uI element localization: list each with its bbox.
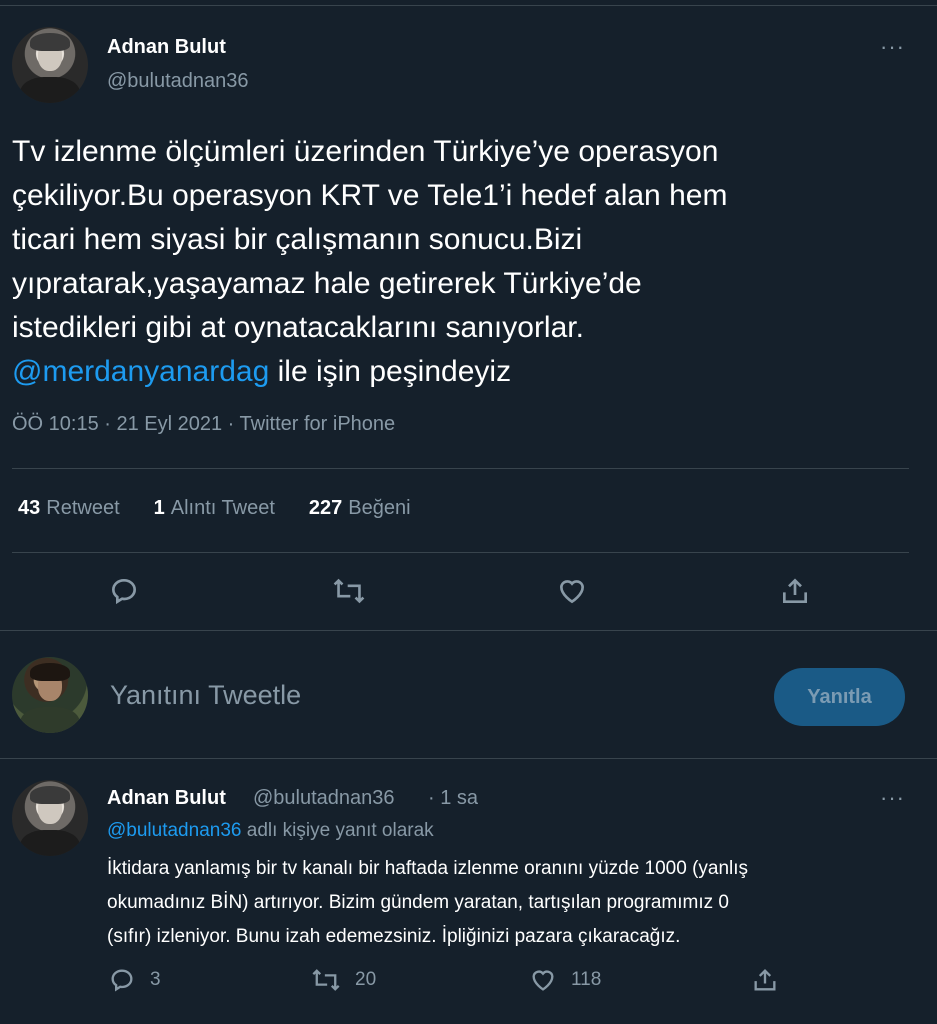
mention-link[interactable]: @merdanyanardag xyxy=(12,355,269,388)
share-button[interactable] xyxy=(779,575,811,607)
reply-count: 3 xyxy=(150,969,161,990)
retweet-count: 20 xyxy=(355,969,377,990)
reply-author-name[interactable]: Adnan Bulut xyxy=(107,787,226,810)
retweets-stat[interactable]: 43 Retweet xyxy=(18,497,120,520)
tweet-text-line: çekiliyor.Bu operasyon KRT ve Tele1’i he… xyxy=(12,179,728,212)
user-avatar[interactable] xyxy=(12,657,88,733)
reply-submit-button[interactable]: Yanıtla xyxy=(774,668,905,726)
reply-share-button[interactable] xyxy=(751,966,779,994)
replying-to-mention[interactable]: @bulutadnan36 xyxy=(107,820,241,841)
reply-author-avatar[interactable] xyxy=(12,780,88,856)
likes-stat[interactable]: 227 Beğeni xyxy=(309,497,411,520)
like-button[interactable] xyxy=(556,575,588,607)
tweet-text: Tv izlenme ölçümleri üzerinden Türkiye’y… xyxy=(12,130,912,394)
tweet-text-line: @merdanyanardag ile işin peşindeyiz xyxy=(12,350,912,394)
tweet-text-line: Tv izlenme ölçümleri üzerinden Türkiye’y… xyxy=(12,135,719,168)
reply-icon xyxy=(111,578,137,605)
reply-retweet-button[interactable]: 20 xyxy=(311,966,376,994)
reply-like-button[interactable]: 118 xyxy=(529,966,601,994)
reply-time[interactable]: · 1 sa xyxy=(428,787,478,810)
like-count: 118 xyxy=(571,969,602,990)
replying-to: @bulutadnan36 adlı kişiye yanıt olarak xyxy=(107,820,434,841)
author-name[interactable]: Adnan Bulut xyxy=(107,36,226,59)
reply-text-line: (sıfır) izleniyor. Bunu izah edemezsiniz… xyxy=(107,926,681,947)
reply-reply-button[interactable]: 3 xyxy=(108,966,161,994)
tweet-text-line: istedikleri gibi at oynatacaklarını sanı… xyxy=(12,311,584,344)
tweet-stats: 43 Retweet 1 Alıntı Tweet 227 Beğeni xyxy=(18,497,411,520)
quotes-stat[interactable]: 1 Alıntı Tweet xyxy=(154,497,275,520)
tweet-text-line: ticari hem siyasi bir çalışmanın sonucu.… xyxy=(12,223,583,256)
retweet-icon xyxy=(333,578,365,604)
share-icon xyxy=(754,969,776,991)
reply-text-line: okumadınız BİN) artırıyor. Bizim gündem … xyxy=(107,892,729,913)
reply-button[interactable] xyxy=(108,575,140,607)
author-handle[interactable]: @bulutadnan36 xyxy=(107,70,249,93)
tweet-text-line: yıpratarak,yaşayamaz hale getirerek Türk… xyxy=(12,267,642,300)
reply-icon xyxy=(111,969,133,992)
more-options-icon[interactable]: ··· xyxy=(880,36,905,58)
share-icon xyxy=(783,578,807,603)
reply-text: İktidara yanlamış bir tv kanalı bir haft… xyxy=(107,852,907,954)
like-icon xyxy=(532,970,554,991)
retweet-icon xyxy=(312,969,340,991)
retweet-button[interactable] xyxy=(332,575,366,607)
divider xyxy=(12,468,909,469)
divider xyxy=(0,758,937,759)
divider xyxy=(0,630,937,631)
top-divider xyxy=(0,5,937,6)
author-avatar[interactable] xyxy=(12,27,88,103)
reply-text-line: İktidara yanlamış bir tv kanalı bir haft… xyxy=(107,858,749,879)
tweet-timestamp[interactable]: ÖÖ 10:15 · 21 Eyl 2021 · Twitter for iPh… xyxy=(12,413,395,436)
reply-input[interactable]: Yanıtını Tweetle xyxy=(110,680,301,711)
reply-more-options-icon[interactable]: ··· xyxy=(880,787,905,809)
like-icon xyxy=(559,580,585,604)
divider xyxy=(12,552,909,553)
tweet-text-fragment: ile işin peşindeyiz xyxy=(269,355,512,388)
reply-author-handle[interactable]: @bulutadnan36 xyxy=(253,787,395,810)
